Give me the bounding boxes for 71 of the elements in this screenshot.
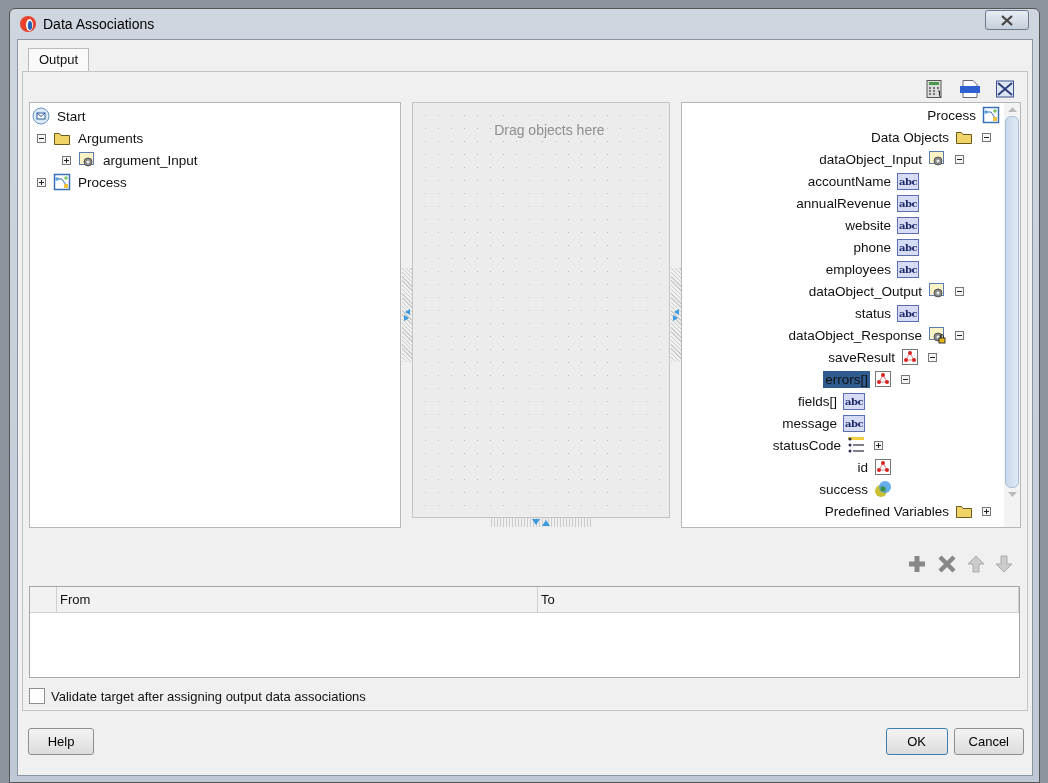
tree-item[interactable]: Data Objects (868, 128, 951, 146)
drop-area-placeholder: Drag objects here (494, 122, 605, 139)
tree-item[interactable]: id (855, 458, 870, 476)
column-header[interactable]: From (57, 587, 538, 612)
list-icon (847, 436, 865, 454)
overlapping-circles-icon (874, 480, 892, 498)
close-button[interactable] (985, 10, 1029, 30)
tree-item[interactable]: Start (55, 107, 88, 125)
string-type-icon: abc (896, 194, 919, 212)
envelope-circle-icon (32, 107, 50, 125)
collapse-toggle-icon[interactable] (954, 286, 964, 296)
collapse-toggle-icon[interactable] (927, 352, 937, 362)
tree-item[interactable]: success (817, 480, 870, 498)
tree-item[interactable]: dataObject_Output (806, 282, 924, 300)
string-type-icon: abc (896, 216, 919, 234)
tree-item[interactable]: status (852, 304, 893, 322)
string-type-icon: abc (896, 172, 919, 190)
flow-diagram-icon (982, 106, 1000, 124)
add-icon[interactable] (907, 554, 927, 574)
collapse-toggle-icon[interactable] (954, 154, 964, 164)
document-icon[interactable] (959, 79, 981, 99)
tree-item[interactable]: fields[] (795, 392, 839, 410)
gear-box-icon (928, 282, 946, 300)
checkbox-label: Validate target after assigning output data associations (51, 688, 366, 704)
tree-item[interactable]: argument_Input (101, 151, 200, 169)
expand-toggle-icon[interactable] (36, 177, 46, 187)
tree-item[interactable]: accountName (805, 172, 893, 190)
string-type-icon: abc (896, 238, 919, 256)
gear-box-icon (78, 151, 96, 169)
tree-item[interactable]: annualRevenue (794, 194, 893, 212)
string-type-icon: abc (842, 414, 865, 432)
node-graph-icon (874, 458, 892, 476)
tree-item[interactable]: dataObject_Input (817, 150, 924, 168)
node-graph-icon (901, 348, 919, 366)
collapse-toggle-icon[interactable] (900, 374, 910, 384)
close-icon (1001, 14, 1013, 26)
string-type-icon: abc (896, 304, 919, 322)
column-header[interactable]: To (538, 587, 1019, 612)
tree-item[interactable]: Process (925, 106, 978, 124)
locked-gear-box-icon (928, 326, 946, 344)
collapse-arrows-icon[interactable] (995, 79, 1015, 99)
tree-item[interactable]: dataObject_Response (786, 326, 924, 344)
tab[interactable]: Output (28, 48, 90, 71)
string-type-icon: abc (842, 392, 865, 410)
collapse-toggle-icon[interactable] (981, 132, 991, 142)
delete-icon[interactable] (937, 554, 957, 574)
app-logo-icon (19, 15, 37, 33)
node-graph-icon (874, 370, 892, 388)
checkbox[interactable] (29, 688, 45, 704)
tree-item[interactable]: saveResult (826, 348, 897, 366)
string-type-icon: abc (896, 260, 919, 278)
collapse-toggle-icon[interactable] (36, 133, 46, 143)
ok-button[interactable]: OK (885, 728, 948, 755)
gear-box-icon (928, 150, 946, 168)
tree-item[interactable]: Arguments (76, 129, 146, 147)
flow-diagram-icon (53, 173, 71, 191)
tree-item[interactable]: employees (823, 260, 893, 278)
tree-item[interactable]: website (843, 216, 893, 234)
calculator-icon[interactable] (925, 79, 945, 99)
tree-item[interactable]: message (780, 414, 839, 432)
tree-item[interactable]: phone (851, 238, 893, 256)
expand-toggle-icon[interactable] (981, 506, 991, 516)
expand-toggle-icon[interactable] (61, 155, 71, 165)
tree-item[interactable]: statusCode (770, 436, 843, 454)
window-title: Data Associations (43, 16, 155, 32)
tree-item[interactable]: Predefined Variables (822, 502, 951, 520)
help-button[interactable]: Help (28, 728, 94, 755)
collapse-toggle-icon[interactable] (954, 330, 964, 340)
cancel-button[interactable]: Cancel (953, 728, 1024, 755)
expand-toggle-icon[interactable] (873, 440, 883, 450)
tree-item[interactable]: Process (76, 173, 129, 191)
